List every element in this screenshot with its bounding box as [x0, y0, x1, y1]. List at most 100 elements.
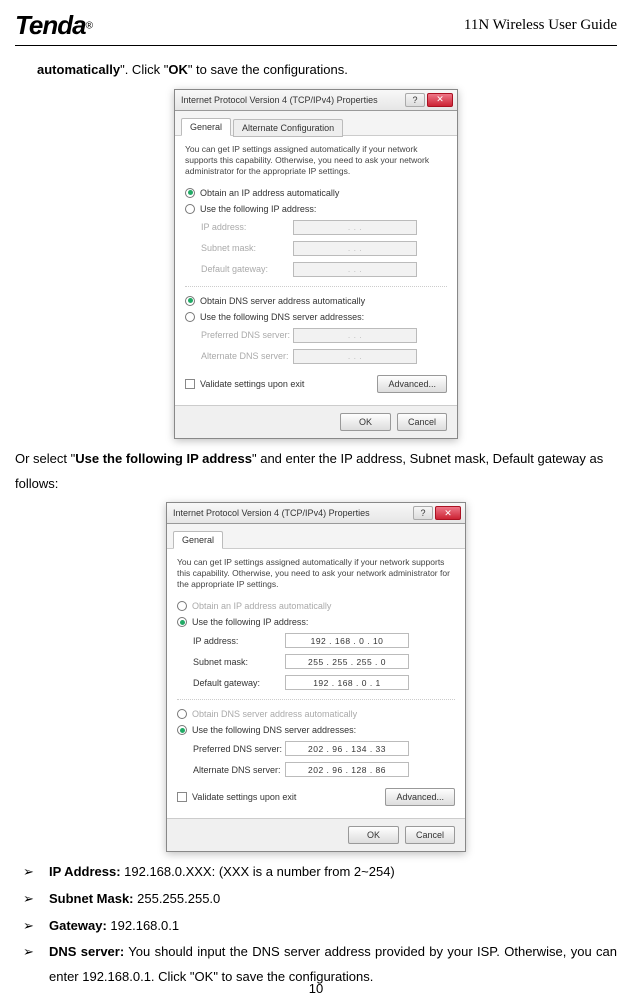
para-auto-mid2: " to save the configurations. [188, 62, 348, 77]
tab-general[interactable]: General [181, 118, 231, 136]
field-label: Subnet mask: [201, 243, 293, 253]
dialog-title: Internet Protocol Version 4 (TCP/IPv4) P… [181, 95, 378, 105]
radio-icon [177, 725, 187, 735]
dialog-body: You can get IP settings assigned automat… [175, 136, 457, 405]
bullet-label: IP Address: [49, 864, 121, 879]
radio-obtain-ip-auto[interactable]: Obtain an IP address automatically [185, 185, 447, 201]
divider [177, 699, 455, 700]
para-useip: Or select "Use the following IP address"… [15, 447, 617, 496]
radio-label: Obtain DNS server address automatically [192, 709, 357, 719]
dialog-body: You can get IP settings assigned automat… [167, 549, 465, 818]
radio-icon [185, 296, 195, 306]
dialog-footer: OK Cancel [175, 405, 457, 438]
cancel-button[interactable]: Cancel [397, 413, 447, 431]
bullet-text: Gateway: 192.168.0.1 [49, 914, 617, 939]
close-icon[interactable]: ✕ [435, 506, 461, 520]
radio-use-dns[interactable]: Use the following DNS server addresses: [185, 309, 447, 325]
dialog-footer: OK Cancel [167, 818, 465, 851]
window-buttons: ? ✕ [413, 506, 461, 520]
tab-alternate[interactable]: Alternate Configuration [233, 119, 343, 137]
radio-label: Use the following DNS server addresses: [192, 725, 356, 735]
close-icon[interactable]: ✕ [427, 93, 453, 107]
ok-button[interactable]: OK [340, 413, 391, 431]
checkbox-label: Validate settings upon exit [192, 792, 296, 802]
para-auto-mid1: ". Click " [120, 62, 168, 77]
field-preferred-dns: Preferred DNS server: 202 . 96 . 134 . 3… [177, 738, 455, 759]
doc-title-prefix: 11N Wireless [464, 17, 545, 33]
ip-input: . . . [293, 262, 417, 277]
ipv4-properties-dialog-manual: Internet Protocol Version 4 (TCP/IPv4) P… [166, 502, 466, 852]
tab-general[interactable]: General [173, 531, 223, 549]
para-bold: Use the following IP address [75, 451, 252, 466]
para-auto-kw: automatically [37, 62, 120, 77]
dialog-2-wrap: Internet Protocol Version 4 (TCP/IPv4) P… [15, 502, 617, 852]
bullet-text: Subnet Mask: 255.255.255.0 [49, 887, 617, 912]
radio-icon [177, 617, 187, 627]
list-item: ➢ Gateway: 192.168.0.1 [23, 914, 617, 939]
ok-button[interactable]: OK [348, 826, 399, 844]
logo: Tenda® [15, 10, 93, 41]
list-item: ➢ IP Address: 192.168.0.XXX: (XXX is a n… [23, 860, 617, 885]
para-auto: automatically". Click "OK" to save the c… [37, 58, 617, 83]
help-icon[interactable]: ? [413, 506, 433, 520]
radio-label: Obtain DNS server address automatically [200, 296, 365, 306]
ip-input[interactable]: 202 . 96 . 128 . 86 [285, 762, 409, 777]
radio-label: Use the following DNS server addresses: [200, 312, 364, 322]
radio-icon [185, 312, 195, 322]
radio-label: Obtain an IP address automatically [192, 601, 331, 611]
advanced-button[interactable]: Advanced... [377, 375, 447, 393]
bullet-icon: ➢ [23, 860, 49, 885]
validate-checkbox-group[interactable]: Validate settings upon exit [177, 792, 296, 802]
radio-obtain-dns-auto: Obtain DNS server address automatically [177, 706, 455, 722]
bullet-label: DNS server: [49, 944, 124, 959]
logo-text: Tenda [15, 10, 86, 40]
ipv4-properties-dialog-auto: Internet Protocol Version 4 (TCP/IPv4) P… [174, 89, 458, 439]
field-label: IP address: [193, 636, 285, 646]
dialog-1-wrap: Internet Protocol Version 4 (TCP/IPv4) P… [15, 89, 617, 439]
list-item: ➢ Subnet Mask: 255.255.255.0 [23, 887, 617, 912]
bullet-value: 255.255.255.0 [134, 891, 221, 906]
checkbox-icon [177, 792, 187, 802]
bullet-value: 192.168.0.1 [107, 918, 179, 933]
bullet-value: You should input the DNS server address … [49, 944, 617, 984]
radio-label: Obtain an IP address automatically [200, 188, 339, 198]
para-auto-ok: OK [168, 62, 188, 77]
tab-strip: General Alternate Configuration [175, 111, 457, 136]
bullet-icon: ➢ [23, 914, 49, 939]
ip-input[interactable]: 192 . 168 . 0 . 10 [285, 633, 409, 648]
radio-icon [185, 188, 195, 198]
validate-checkbox-group[interactable]: Validate settings upon exit [185, 379, 304, 389]
advanced-button[interactable]: Advanced... [385, 788, 455, 806]
bullet-list: ➢ IP Address: 192.168.0.XXX: (XXX is a n… [23, 860, 617, 989]
field-subnet-mask: Subnet mask: 255 . 255 . 255 . 0 [177, 651, 455, 672]
field-ip-address: IP address: 192 . 168 . 0 . 10 [177, 630, 455, 651]
field-label: Default gateway: [193, 678, 285, 688]
field-label: Default gateway: [201, 264, 293, 274]
cancel-button[interactable]: Cancel [405, 826, 455, 844]
radio-obtain-ip-auto[interactable]: Obtain an IP address automatically [177, 598, 455, 614]
doc-title-suffix: User Guide [545, 17, 617, 33]
help-icon[interactable]: ? [405, 93, 425, 107]
window-buttons: ? ✕ [405, 93, 453, 107]
radio-obtain-dns-auto[interactable]: Obtain DNS server address automatically [185, 293, 447, 309]
bullet-icon: ➢ [23, 887, 49, 912]
radio-use-ip[interactable]: Use the following IP address: [177, 614, 455, 630]
field-default-gateway: Default gateway: 192 . 168 . 0 . 1 [177, 672, 455, 693]
field-label: Alternate DNS server: [193, 765, 285, 775]
radio-use-ip[interactable]: Use the following IP address: [185, 201, 447, 217]
field-label: Preferred DNS server: [201, 330, 293, 340]
field-preferred-dns: Preferred DNS server: . . . [185, 325, 447, 346]
checkbox-icon [185, 379, 195, 389]
bullet-label: Gateway: [49, 918, 107, 933]
ip-input[interactable]: 202 . 96 . 134 . 33 [285, 741, 409, 756]
page-number: 10 [0, 981, 632, 996]
ip-input[interactable]: 255 . 255 . 255 . 0 [285, 654, 409, 669]
ip-input: . . . [293, 349, 417, 364]
ip-input: . . . [293, 328, 417, 343]
bullet-text: IP Address: 192.168.0.XXX: (XXX is a num… [49, 860, 617, 885]
ip-input: . . . [293, 220, 417, 235]
tab-strip: General [167, 524, 465, 549]
field-alternate-dns: Alternate DNS server: . . . [185, 346, 447, 367]
radio-use-dns[interactable]: Use the following DNS server addresses: [177, 722, 455, 738]
ip-input[interactable]: 192 . 168 . 0 . 1 [285, 675, 409, 690]
